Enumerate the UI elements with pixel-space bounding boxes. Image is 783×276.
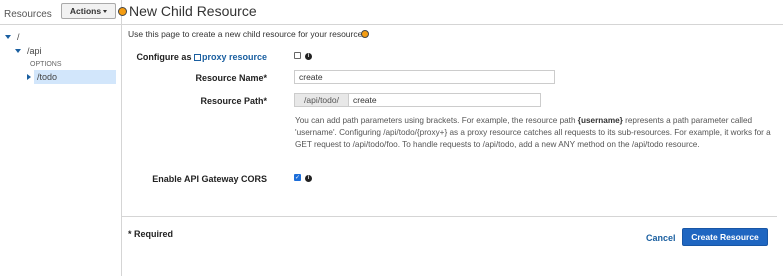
divider xyxy=(0,24,122,25)
enable-cors-checkbox[interactable]: ✓ xyxy=(294,174,301,181)
resources-heading: Resources xyxy=(4,9,52,20)
tree-item-options-method[interactable]: OPTIONS xyxy=(30,61,62,68)
resource-path-input[interactable]: create xyxy=(348,93,541,107)
tree-item-api[interactable]: /api xyxy=(15,46,42,56)
caret-down-icon xyxy=(103,9,108,13)
proxy-resource-checkbox[interactable] xyxy=(294,52,301,59)
proxy-resource-link[interactable]: proxy resource xyxy=(202,52,267,62)
page-title: New Child Resource xyxy=(129,3,257,19)
expand-down-icon[interactable] xyxy=(15,49,21,53)
tree-item-todo[interactable]: /todo xyxy=(27,72,57,82)
resource-tree-panel: Resources Actions / /api OPTIONS /todo xyxy=(0,0,122,276)
tree-item-label: /todo xyxy=(37,72,58,82)
tree-item-label: /api xyxy=(27,46,42,56)
divider xyxy=(122,216,777,217)
info-icon[interactable]: i xyxy=(305,175,312,182)
required-note: * Required xyxy=(128,229,174,239)
path-param-example: {username} xyxy=(577,116,623,125)
configure-proxy-label: Configure as proxy resource xyxy=(136,52,267,62)
resource-path-label: Resource Path* xyxy=(200,96,267,106)
resource-path-prefix: /api/todo/ xyxy=(294,93,349,107)
hint-dot-icon xyxy=(118,7,127,16)
cancel-button[interactable]: Cancel xyxy=(646,233,676,243)
actions-button[interactable]: Actions xyxy=(61,3,116,19)
create-resource-button[interactable]: Create Resource xyxy=(682,228,768,246)
actions-label: Actions xyxy=(69,6,102,16)
path-help-text: You can add path parameters using bracke… xyxy=(295,116,771,149)
resource-name-label: Resource Name* xyxy=(195,73,267,83)
external-link-icon xyxy=(193,54,201,61)
intro-text: Use this page to create a new child reso… xyxy=(128,29,365,39)
divider xyxy=(122,24,783,25)
hint-dot-icon xyxy=(361,30,369,38)
expand-down-icon[interactable] xyxy=(5,35,11,39)
tree-item-label: / xyxy=(17,32,20,42)
info-icon[interactable]: i xyxy=(305,53,312,60)
enable-cors-label: Enable API Gateway CORS xyxy=(152,174,267,184)
resource-name-input[interactable]: create xyxy=(294,70,555,84)
tree-item-root[interactable]: / xyxy=(5,32,20,42)
expand-right-icon[interactable] xyxy=(27,74,31,80)
